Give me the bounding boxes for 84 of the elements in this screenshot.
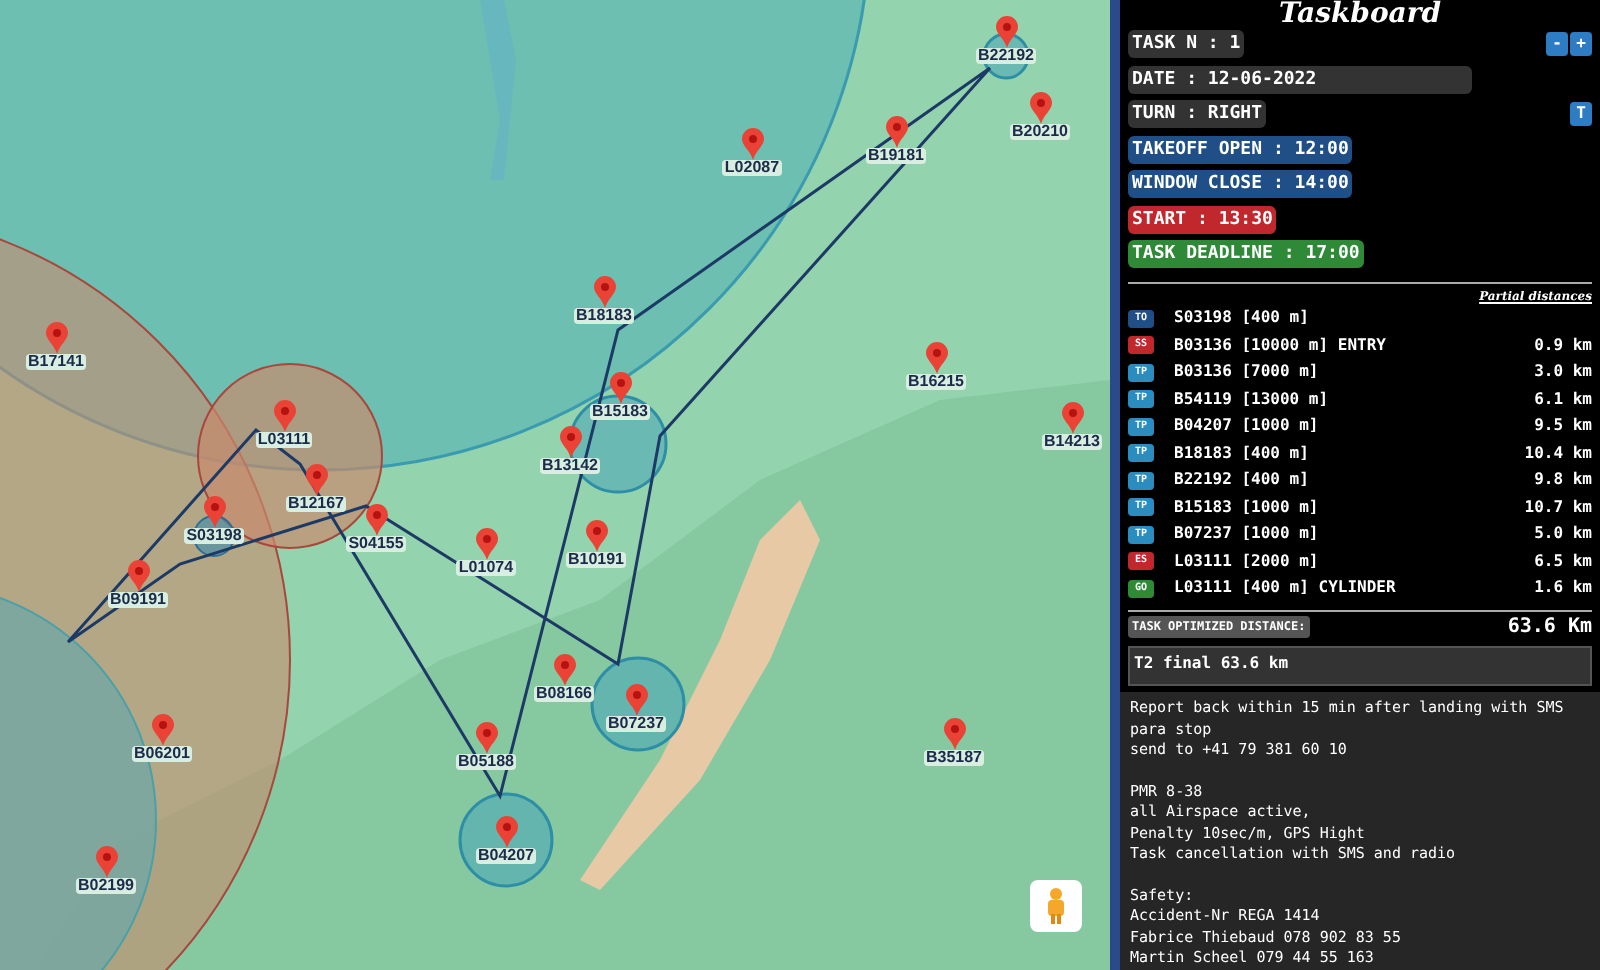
waypoint-label: B19181 bbox=[865, 148, 927, 164]
map-view[interactable]: B22192 B20210 L02087 B19181 B18183 B17141 B16215 B15183 L03111 B14213 B13142 B12167 S03198 S04155 L01074 B10191 B09191 B08166 B07237 B06201 B05188 B35187 B04207 B02199 bbox=[0, 0, 1110, 970]
task-field: TASK N : 1 bbox=[1128, 30, 1245, 58]
waypoint-name: B54119 [13000 m] bbox=[1174, 387, 1329, 412]
map-pin-icon[interactable] bbox=[559, 426, 581, 458]
map-pin-icon[interactable] bbox=[1029, 92, 1051, 124]
waypoint-label: B15183 bbox=[589, 404, 651, 420]
date-field[interactable]: DATE : 12-06-2022 bbox=[1128, 65, 1472, 93]
task-field: TURN : RIGHT bbox=[1128, 100, 1267, 128]
decrease-button[interactable]: - bbox=[1546, 32, 1568, 56]
map-pin-icon[interactable] bbox=[475, 722, 497, 754]
waypoint-label: B18183 bbox=[573, 308, 635, 324]
map-pin-icon[interactable] bbox=[585, 520, 607, 552]
waypoint-name: B07237 [1000 m] bbox=[1174, 522, 1319, 547]
waypoint-label: B09191 bbox=[107, 592, 169, 608]
waypoint-label: B05188 bbox=[455, 754, 517, 770]
map-pin-icon[interactable] bbox=[593, 276, 615, 308]
panel-title: Taskboard bbox=[1278, 0, 1442, 28]
map-pin-icon[interactable] bbox=[553, 654, 575, 686]
task-field: TAKEOFF OPEN : 12:00 bbox=[1128, 135, 1353, 163]
waypoint-label: B35187 bbox=[923, 750, 985, 766]
waypoint-label: B07237 bbox=[605, 716, 667, 732]
waypoint-label: B06201 bbox=[131, 746, 193, 762]
waypoint-label: S04155 bbox=[346, 536, 406, 552]
waypoint-name: L03111 [400 m] CYLINDER bbox=[1174, 576, 1396, 601]
partial-distance: 1.6 km bbox=[1534, 576, 1592, 601]
map-pin-icon[interactable] bbox=[995, 16, 1017, 48]
waypoint-label: B02199 bbox=[75, 878, 137, 894]
waypoint-label: B08166 bbox=[533, 686, 595, 702]
turn-button[interactable]: T bbox=[1570, 102, 1592, 126]
partial-distance: 0.9 km bbox=[1534, 333, 1592, 358]
map-pin-icon[interactable] bbox=[305, 464, 327, 496]
partial-distance: 9.5 km bbox=[1534, 414, 1592, 439]
waypoint-label: L01074 bbox=[456, 560, 516, 576]
partial-distance: 6.5 km bbox=[1534, 549, 1592, 574]
increase-button[interactable]: + bbox=[1570, 32, 1592, 56]
waypoint-name: B15183 [1000 m] bbox=[1174, 495, 1319, 520]
waypoint-label: L03111 bbox=[255, 432, 313, 448]
map-pin-icon[interactable] bbox=[95, 846, 117, 878]
waypoint-name: B22192 [400 m] bbox=[1174, 468, 1309, 493]
map-pin-icon[interactable] bbox=[495, 816, 517, 848]
waypoint-label: L02087 bbox=[722, 160, 782, 176]
task-field: TASK DEADLINE : 17:00 bbox=[1128, 240, 1364, 268]
map-pin-icon[interactable] bbox=[1061, 402, 1083, 434]
waypoint-name: L03111 [2000 m] bbox=[1174, 549, 1319, 574]
waypoint-name: B04207 [1000 m] bbox=[1174, 414, 1319, 439]
waypoint-name: B18183 [400 m] bbox=[1174, 441, 1309, 466]
partial-distance: 9.8 km bbox=[1534, 468, 1592, 493]
map-pin-icon[interactable] bbox=[475, 528, 497, 560]
waypoint-name: S03198 [400 m] bbox=[1174, 306, 1309, 331]
task-field: WINDOW CLOSE : 14:00 bbox=[1128, 170, 1353, 198]
partial-distance: 6.1 km bbox=[1534, 387, 1592, 412]
map-pin-icon[interactable] bbox=[151, 714, 173, 746]
waypoint-label: B12167 bbox=[285, 496, 347, 512]
map-pin-icon[interactable] bbox=[943, 718, 965, 750]
comment-field[interactable]: T2 final 63.6 km bbox=[1128, 645, 1592, 687]
waypoint-label: B14213 bbox=[1041, 434, 1103, 450]
pegman-button[interactable] bbox=[1030, 880, 1082, 932]
map-pin-icon[interactable] bbox=[625, 684, 647, 716]
waypoint-label: S03198 bbox=[184, 528, 244, 544]
map-pin-icon[interactable] bbox=[609, 372, 631, 404]
optimized-distance-value: 63.6 Km bbox=[1507, 614, 1592, 643]
waypoint-label: B17141 bbox=[25, 354, 87, 370]
map-pin-icon[interactable] bbox=[203, 496, 225, 528]
map-pin-icon[interactable] bbox=[925, 342, 947, 374]
map-pin-icon[interactable] bbox=[885, 116, 907, 148]
waypoint-label: B20210 bbox=[1009, 124, 1071, 140]
waypoint-name: B03136 [10000 m] ENTRY bbox=[1174, 333, 1386, 358]
map-pin-icon[interactable] bbox=[45, 322, 67, 354]
map-pin-icon[interactable] bbox=[127, 560, 149, 592]
waypoint-label: B13142 bbox=[539, 458, 601, 474]
partial-distance: 10.7 km bbox=[1524, 495, 1592, 520]
task-field: START : 13:30 bbox=[1128, 205, 1277, 233]
waypoint-label: B04207 bbox=[475, 848, 537, 864]
partial-distance: 5.0 km bbox=[1534, 522, 1592, 547]
waypoint-label: B16215 bbox=[905, 374, 967, 390]
waypoint-name: B03136 [7000 m] bbox=[1174, 360, 1319, 385]
map-pin-icon[interactable] bbox=[365, 504, 387, 536]
waypoint-label: B10191 bbox=[565, 552, 627, 568]
person-icon bbox=[1046, 888, 1066, 924]
map-pin-icon[interactable] bbox=[741, 128, 763, 160]
waypoint-label: B22192 bbox=[975, 48, 1037, 64]
partial-distance: 3.0 km bbox=[1534, 360, 1592, 385]
partial-distance: 10.4 km bbox=[1524, 441, 1592, 466]
